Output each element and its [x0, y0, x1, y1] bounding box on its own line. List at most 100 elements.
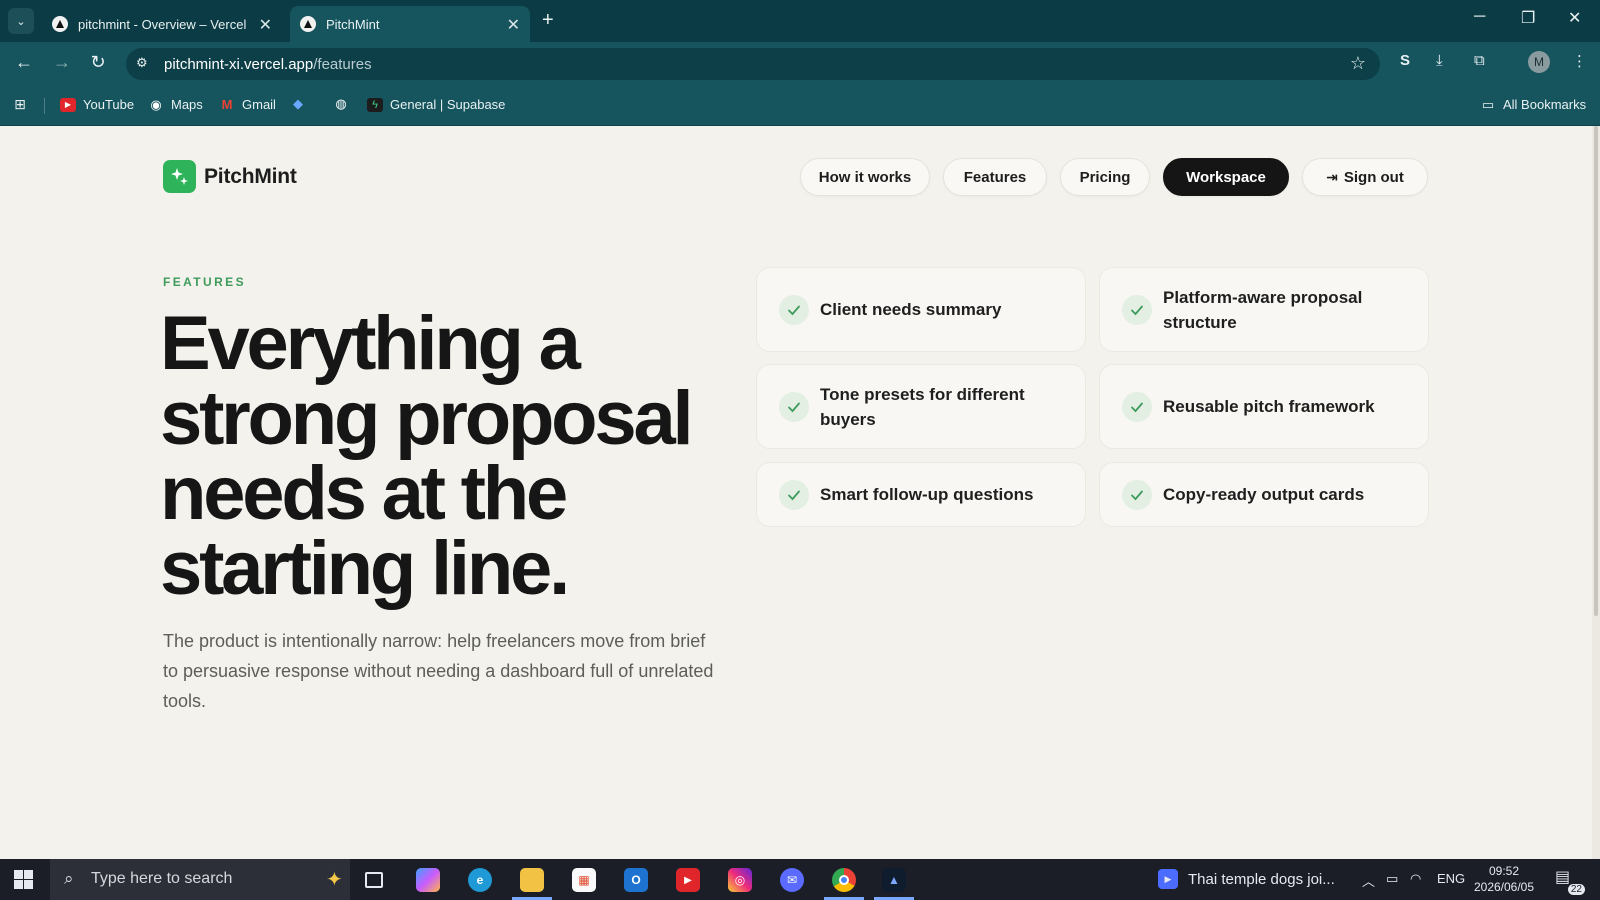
- maps-icon: ◉: [150, 96, 162, 112]
- sparkle-icon: ✦: [326, 869, 343, 891]
- check-icon: [779, 479, 809, 510]
- nav-features[interactable]: Features: [943, 158, 1047, 196]
- tab-title: pitchmint - Overview – Vercel: [78, 16, 247, 32]
- check-icon: [779, 294, 809, 325]
- instagram-icon[interactable]: ◎: [720, 864, 760, 896]
- close-tab-icon[interactable]: ✕: [507, 15, 520, 35]
- windows-start-icon[interactable]: [14, 870, 33, 889]
- all-bookmarks[interactable]: ▭ All Bookmarks: [1480, 96, 1586, 113]
- browser-tab-bar: ⌄ pitchmint - Overview – Vercel ✕ PitchM…: [0, 0, 1600, 42]
- bookmark-youtube[interactable]: ▶ YouTube: [60, 97, 134, 112]
- supabase-icon: ϟ: [367, 97, 383, 112]
- apps-grid-icon[interactable]: ⊞: [12, 96, 35, 112]
- feature-card: Copy-ready output cards: [1099, 462, 1429, 527]
- file-explorer-icon[interactable]: [512, 864, 552, 900]
- sign-out-icon: ⇥: [1326, 168, 1338, 185]
- tray-chevron-icon[interactable]: ︿: [1362, 871, 1375, 890]
- feature-card: Tone presets for different buyers: [756, 364, 1086, 449]
- extensions-icon[interactable]: ⧉: [1474, 52, 1485, 69]
- back-icon[interactable]: ←: [12, 52, 36, 73]
- bookmark-gem[interactable]: ◆: [290, 96, 313, 111]
- media-play-icon: ▶: [1158, 869, 1178, 889]
- close-tab-icon[interactable]: ✕: [259, 15, 272, 35]
- hero-line: starting line.: [160, 526, 570, 611]
- page-scrollbar[interactable]: [1592, 126, 1600, 859]
- sign-out-button[interactable]: ⇥ Sign out: [1302, 158, 1428, 196]
- brand-name: PitchMint: [204, 164, 297, 188]
- section-eyebrow: FEATURES: [163, 275, 246, 289]
- messenger-icon[interactable]: ✉: [772, 864, 812, 896]
- youtube-app-icon[interactable]: ▶: [668, 864, 708, 896]
- scrollbar-thumb[interactable]: [1594, 126, 1598, 616]
- copilot-icon[interactable]: [408, 864, 448, 896]
- language-indicator[interactable]: ENG: [1437, 871, 1465, 886]
- hero-line: Everything a: [160, 301, 581, 386]
- vercel-app-icon[interactable]: ▲: [874, 864, 914, 900]
- notification-count: 22: [1567, 884, 1585, 895]
- feature-card: Client needs summary: [756, 267, 1086, 352]
- bookmark-supabase[interactable]: ϟ General | Supabase: [367, 97, 505, 112]
- s-extension-icon[interactable]: S: [1400, 52, 1410, 69]
- minimize-icon[interactable]: ─: [1474, 8, 1485, 26]
- address-bar[interactable]: ⚙ pitchmint-xi.vercel.app/features ☆: [126, 48, 1380, 80]
- restore-icon[interactable]: ❐: [1521, 8, 1535, 28]
- feature-label: Smart follow-up questions: [820, 485, 1034, 504]
- url-text: pitchmint-xi.vercel.app/features: [164, 56, 372, 73]
- taskbar: ⌕ Type here to search ✦ e ▦ O ▶ ◎ ✉ ▲ ▶ …: [0, 859, 1600, 900]
- bookmark-separator: [44, 98, 45, 114]
- bookmark-gmail[interactable]: M Gmail: [219, 97, 276, 112]
- media-widget[interactable]: ▶ Thai temple dogs joi...: [1158, 869, 1335, 889]
- gmail-icon: M: [221, 97, 233, 112]
- feature-label: Tone presets for different buyers: [820, 384, 1025, 429]
- youtube-icon: ▶: [60, 97, 76, 112]
- tab-search-button[interactable]: ⌄: [8, 8, 34, 34]
- brand-link[interactable]: PitchMint: [163, 160, 297, 193]
- nav-pricing[interactable]: Pricing: [1060, 158, 1150, 196]
- bookmark-star-icon[interactable]: ☆: [1350, 53, 1366, 74]
- feature-label: Client needs summary: [820, 300, 1002, 319]
- profile-avatar[interactable]: M: [1528, 51, 1550, 73]
- outlook-icon[interactable]: O: [616, 864, 656, 896]
- menu-icon[interactable]: ⋮: [1572, 52, 1587, 70]
- hero-heading: Everything a strong proposal needs at th…: [160, 301, 740, 611]
- feature-label: Reusable pitch framework: [1163, 397, 1375, 416]
- battery-icon[interactable]: ▭: [1386, 871, 1398, 887]
- gem-icon: ◆: [293, 96, 303, 111]
- reload-icon[interactable]: ↻: [86, 52, 110, 73]
- download-icon[interactable]: ⤓: [1436, 52, 1443, 69]
- globe-icon: ◍: [335, 96, 347, 111]
- new-tab-icon[interactable]: +: [542, 9, 554, 32]
- site-settings-icon[interactable]: ⚙: [136, 55, 154, 73]
- task-view-icon[interactable]: [354, 864, 394, 896]
- nav-how-it-works[interactable]: How it works: [800, 158, 930, 196]
- notification-center-icon[interactable]: ▤ 22: [1555, 867, 1585, 895]
- microsoft-store-icon[interactable]: ▦: [564, 864, 604, 896]
- hero-description: The product is intentionally narrow: hel…: [163, 631, 714, 711]
- bookmark-maps[interactable]: ◉ Maps: [148, 96, 202, 113]
- close-window-icon[interactable]: ✕: [1568, 8, 1581, 28]
- browser-toolbar: ← → ↻ ⚙ pitchmint-xi.vercel.app/features…: [0, 42, 1600, 86]
- check-icon: [1122, 391, 1152, 422]
- folder-icon: ▭: [1481, 96, 1495, 112]
- feature-label: Platform-aware proposal structure: [1163, 287, 1363, 332]
- browser-tab[interactable]: pitchmint - Overview – Vercel ✕: [42, 6, 282, 42]
- pitchmint-logo-icon: [163, 160, 196, 193]
- search-icon: ⌕: [64, 869, 74, 888]
- taskbar-search[interactable]: ⌕ Type here to search ✦: [50, 859, 350, 900]
- system-clock[interactable]: 09:52 2026/06/05: [1472, 863, 1536, 895]
- vercel-icon: [300, 16, 316, 32]
- web-page: PitchMint How it works Features Pricing …: [0, 126, 1600, 859]
- feature-card: Platform-aware proposal structure: [1099, 267, 1429, 352]
- check-icon: [1122, 294, 1152, 325]
- bookmark-globe[interactable]: ◍: [333, 96, 356, 111]
- forward-icon[interactable]: →: [50, 52, 74, 73]
- search-placeholder: Type here to search: [91, 870, 233, 887]
- chrome-icon[interactable]: [824, 864, 864, 900]
- edge-icon[interactable]: e: [460, 864, 500, 896]
- browser-tab-active[interactable]: PitchMint ✕: [290, 6, 530, 42]
- check-icon: [779, 391, 809, 422]
- vercel-icon: [52, 16, 68, 32]
- feature-label: Copy-ready output cards: [1163, 485, 1365, 504]
- nav-workspace[interactable]: Workspace: [1163, 158, 1289, 196]
- wifi-icon[interactable]: ◠: [1410, 871, 1421, 887]
